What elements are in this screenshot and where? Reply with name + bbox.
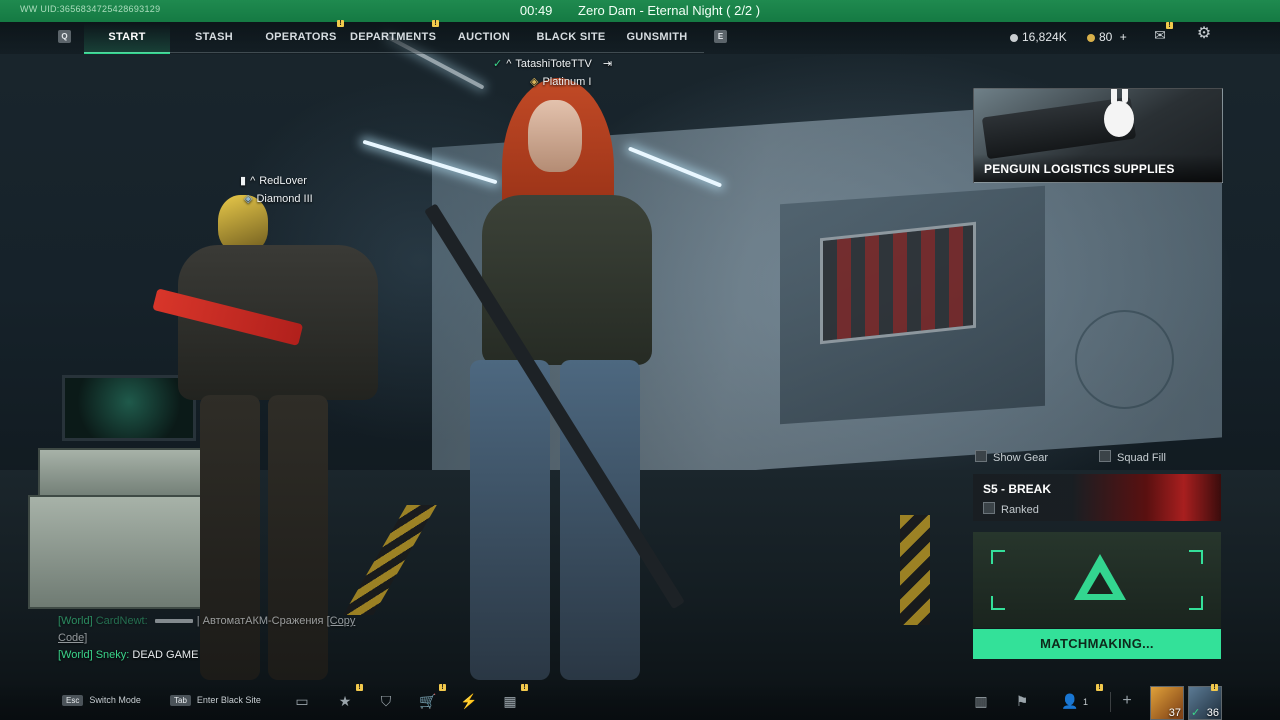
switch-mode-hint[interactable]: Esc Switch Mode — [62, 695, 141, 706]
ready-check-icon: ✓ — [1191, 707, 1201, 719]
tab-departments[interactable]: DEPARTMENTS — [350, 22, 436, 52]
chat-line: [World] CardNewt: | АвтоматАКМ-Сражения … — [58, 615, 356, 644]
gold-coin-icon — [1087, 33, 1095, 42]
shop-cart-icon[interactable]: 🛒 — [418, 692, 438, 710]
player-avatar[interactable]: ✓ 36 — [1188, 686, 1222, 720]
teammate-avatar[interactable]: 37 — [1150, 686, 1184, 720]
invite-plus-icon[interactable]: + — [1117, 692, 1137, 710]
main-player-tag[interactable]: ✓ ^ TatashiToteTTV ⇥ — [493, 57, 616, 70]
session-info: 00:49 Zero Dam - Eternal Night ( 2/2 ) — [0, 3, 1280, 18]
stats-chart-icon[interactable]: ▥ — [971, 692, 991, 710]
tab-stash[interactable]: STASH — [178, 22, 250, 52]
session-map-name: Zero Dam - Eternal Night ( 2/2 ) — [578, 3, 761, 18]
squad-fill-checkbox[interactable] — [1099, 450, 1111, 462]
promo-mascot — [1104, 101, 1134, 137]
battle-pass-icon[interactable]: ⚡ — [459, 692, 479, 710]
main-operator-leg — [470, 360, 550, 680]
settings-gear-icon[interactable]: ⚙ — [1194, 25, 1214, 43]
chat-icon[interactable]: ▭ — [292, 692, 312, 710]
match-clock: 00:49 — [519, 3, 553, 18]
ally-player-tag[interactable]: ▮ ^ RedLover — [240, 174, 307, 187]
event-alert-icon: ! — [356, 684, 363, 691]
squad-fill-toggle[interactable]: Squad Fill — [1099, 450, 1166, 464]
equipment-rack — [28, 495, 207, 609]
rank-chevron-icon: ^ — [250, 175, 256, 187]
mode-select-card[interactable]: S5 - BREAK Ranked — [973, 474, 1221, 521]
mail-alert-icon: ! — [1166, 22, 1173, 29]
tab-gunsmith[interactable]: GUNSMITH — [620, 22, 694, 52]
map-preview-card[interactable] — [973, 532, 1221, 628]
shield-icon[interactable]: ⛉ — [376, 692, 396, 710]
world-chat: [World] CardNewt: | АвтоматАКМ-Сражения … — [58, 613, 388, 664]
ready-check-icon: ✓ — [493, 58, 503, 70]
equipment-rack — [38, 448, 202, 502]
target-reticle-graphic — [1075, 310, 1174, 409]
rank-chevron-icon: ^ — [506, 58, 512, 70]
enter-black-site-hint[interactable]: Tab Enter Black Site — [170, 695, 261, 706]
tab-black-site[interactable]: BLACK SITE — [530, 22, 612, 52]
copy-code-link-cont[interactable]: Code] — [58, 632, 87, 644]
frame-corner — [991, 596, 1005, 610]
ally-player-rank: ◈ Diamond III — [244, 193, 313, 205]
squad-alert-icon: ! — [1096, 684, 1103, 691]
terminal-monitor — [62, 375, 196, 441]
calendar-icon[interactable]: ▦ — [500, 692, 520, 710]
event-star-icon[interactable]: ★ — [335, 692, 355, 710]
copy-code-link[interactable]: [Copy — [327, 615, 356, 627]
tab-start[interactable]: START — [84, 22, 170, 54]
chat-line: [World] Sneky: DEAD GAME — [58, 649, 199, 661]
mode-title: S5 - BREAK — [983, 482, 1052, 496]
tab-operators[interactable]: OPERATORS — [260, 22, 342, 52]
ranked-checkbox[interactable] — [983, 502, 995, 514]
nav-prev-key[interactable]: Q — [58, 30, 71, 43]
rifle-icon — [154, 619, 193, 624]
frame-corner — [1189, 550, 1203, 564]
rank-badge-icon: ◈ — [244, 193, 253, 205]
squad-icon[interactable]: 👤 — [1060, 692, 1080, 710]
hazard-stripe — [900, 515, 930, 625]
avatar-alert-icon: ! — [1211, 684, 1218, 691]
calendar-alert-icon: ! — [521, 684, 528, 691]
tab-auction[interactable]: AUCTION — [450, 22, 518, 52]
leave-squad-icon[interactable]: ⇥ — [603, 57, 612, 70]
operators-alert-icon: ! — [337, 20, 344, 27]
rank-badge-icon: ◈ — [530, 76, 539, 88]
departments-alert-icon: ! — [432, 20, 439, 27]
add-currency-icon[interactable]: + — [1120, 30, 1127, 44]
show-gear-toggle[interactable]: Show Gear — [975, 450, 1048, 464]
shop-alert-icon: ! — [439, 684, 446, 691]
bottom-divider — [1110, 692, 1111, 712]
frame-corner — [1189, 596, 1203, 610]
flag-icon[interactable]: ⚑ — [1012, 692, 1032, 710]
supply-crate-hologram — [820, 221, 976, 345]
main-operator-face — [528, 100, 582, 172]
ranked-toggle[interactable]: Ranked — [983, 502, 1039, 516]
promo-label-bar: PENGUIN LOGISTICS SUPPLIES — [974, 154, 1222, 182]
nav-divider — [84, 52, 704, 53]
promo-banner[interactable]: PENGUIN LOGISTICS SUPPLIES — [973, 88, 1223, 183]
coin-icon — [1010, 33, 1018, 42]
matchmaking-triangle-inner — [1087, 572, 1113, 594]
squad-count: 1 — [1083, 697, 1089, 707]
promo-title: PENGUIN LOGISTICS SUPPLIES — [984, 162, 1175, 176]
matchmaking-button[interactable]: MATCHMAKING... — [973, 629, 1221, 659]
nav-next-key[interactable]: E — [714, 30, 727, 43]
gold-balance[interactable]: 80 + — [1087, 30, 1127, 44]
coin-balance[interactable]: 16,824K — [1010, 30, 1067, 44]
session-strip: WW UID:3656834725428693129 00:49 Zero Da… — [0, 0, 1280, 22]
squad-member-icon: ▮ — [240, 175, 247, 187]
frame-corner — [991, 550, 1005, 564]
main-player-rank: ◈ Platinum I — [530, 76, 592, 88]
show-gear-checkbox[interactable] — [975, 450, 987, 462]
